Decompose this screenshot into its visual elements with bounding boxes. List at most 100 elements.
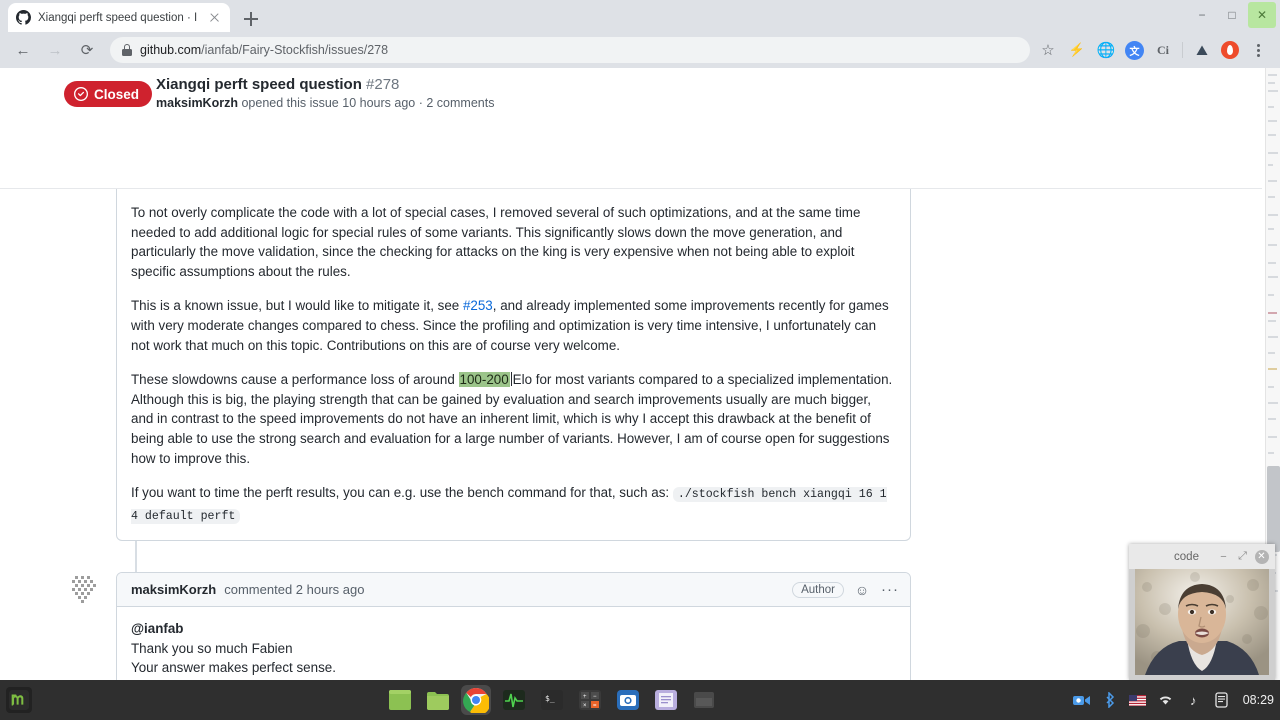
- window-maximize-button[interactable]: □: [1218, 2, 1246, 28]
- minimize-icon: −: [1220, 550, 1227, 563]
- issue-meta: maksimKorzh opened this issue 10 hours a…: [156, 96, 494, 110]
- paragraph-2-before: This is a known issue, but I would like …: [131, 298, 463, 314]
- forward-arrow-icon: →: [47, 41, 63, 59]
- minimize-icon: −: [1198, 8, 1206, 22]
- chrome-app-icon[interactable]: [461, 685, 492, 715]
- webcam-minimize-button[interactable]: −: [1214, 547, 1233, 566]
- mint-menu-icon[interactable]: [6, 687, 32, 713]
- taskbar: $_ + − × = ♪ 08:29: [0, 680, 1280, 720]
- issue-link-253[interactable]: #253: [463, 298, 493, 313]
- screenshot-icon[interactable]: [613, 685, 643, 715]
- webcam-maximize-button[interactable]: ⤢: [1233, 547, 1252, 566]
- paragraph-4-before: If you want to time the perft results, y…: [131, 485, 673, 501]
- navigation-bar: ← → ⟳ github.com/ianfab/Fairy-Stockfish/…: [0, 32, 1280, 68]
- svg-text:$_: $_: [545, 694, 555, 703]
- emoji-icon[interactable]: ☺: [852, 580, 872, 600]
- url-path: /ianfab/Fairy-Stockfish/issues/278: [201, 43, 389, 57]
- window-close-button[interactable]: ✕: [1248, 2, 1276, 28]
- selected-text-highlight: 100-200: [458, 372, 510, 388]
- comment-header: maksimKorzh commented 2 hours ago Author…: [117, 573, 910, 607]
- comment-maksimkorzh: maksimKorzh commented 2 hours ago Author…: [116, 572, 911, 680]
- comment-text: @ianfab Thank you so much Fabien Your an…: [117, 607, 910, 680]
- keyboard-layout-us-icon[interactable]: [1128, 692, 1146, 709]
- reload-button[interactable]: ⟳: [72, 35, 102, 65]
- mention-ianfab[interactable]: @ianfab: [131, 619, 896, 639]
- globe-icon[interactable]: 🌐: [1096, 40, 1116, 60]
- browser-tab[interactable]: Xiangqi perft speed question · I: [8, 3, 230, 32]
- avatar[interactable]: [68, 572, 102, 606]
- close-icon: ✕: [1254, 549, 1269, 564]
- close-icon: ✕: [1256, 8, 1268, 22]
- back-button[interactable]: ←: [8, 35, 38, 65]
- translate-icon[interactable]: 文: [1125, 40, 1144, 60]
- address-bar[interactable]: github.com/ianfab/Fairy-Stockfish/issues…: [110, 37, 1030, 63]
- issue-time: 10 hours ago: [342, 96, 416, 110]
- bluetooth-icon[interactable]: [1101, 692, 1118, 709]
- forward-button[interactable]: →: [40, 35, 70, 65]
- tab-close-icon[interactable]: [207, 10, 222, 25]
- page-title: Xiangqi perft speed question #278: [156, 76, 399, 93]
- scrollbar-thumb[interactable]: [1267, 466, 1280, 552]
- comment-body-ianfab: To not overly complicate the code with a…: [116, 189, 911, 541]
- status-badge-closed[interactable]: Closed: [64, 81, 153, 107]
- battery-icon[interactable]: [1213, 692, 1230, 709]
- webcam-titlebar[interactable]: code − ⤢ ✕: [1129, 544, 1275, 569]
- files-app-icon[interactable]: [423, 685, 453, 715]
- thread-connector: [135, 541, 137, 572]
- terminal-icon[interactable]: $_: [537, 685, 567, 715]
- svg-text:−: −: [593, 694, 597, 700]
- taskbar-apps: $_ + − × =: [385, 685, 719, 715]
- kebab-menu-icon[interactable]: [1248, 40, 1268, 60]
- webcam-close-button[interactable]: ✕: [1252, 547, 1271, 566]
- issue-number: #278: [366, 76, 400, 93]
- shield-icon[interactable]: ⛰: [1192, 40, 1212, 60]
- issue-title-text: Xiangqi perft speed question: [156, 76, 362, 93]
- wifi-icon[interactable]: [1157, 692, 1174, 709]
- issue-comment-count: 2 comments: [426, 96, 495, 110]
- calculator-icon[interactable]: + − × =: [575, 685, 605, 715]
- back-arrow-icon: ←: [15, 41, 31, 59]
- lightning-icon[interactable]: ⚡: [1067, 40, 1087, 60]
- text-editor-icon[interactable]: [651, 685, 681, 715]
- system-monitor-icon[interactable]: [499, 685, 529, 715]
- paragraph-1: To not overly complicate the code with a…: [131, 205, 861, 279]
- system-tray: ♪ 08:29: [1072, 692, 1274, 709]
- lock-icon: [122, 44, 132, 56]
- archive-icon[interactable]: [689, 685, 719, 715]
- paragraph-2: This is a known issue, but I would like …: [131, 296, 896, 355]
- comment-line-2: Thank you so much Fabien: [131, 640, 293, 656]
- orange-circle-icon[interactable]: [1221, 41, 1239, 59]
- reload-icon: ⟳: [80, 42, 94, 59]
- window-app-icon[interactable]: [385, 685, 415, 715]
- issue-closed-icon: [74, 87, 88, 101]
- toolbar-divider: [1182, 42, 1183, 58]
- status-badge: Author: [792, 581, 844, 598]
- new-tab-button[interactable]: [240, 8, 262, 30]
- maximize-icon: ⤢: [1238, 550, 1247, 562]
- star-icon[interactable]: ☆: [1038, 40, 1058, 60]
- extension-toolbar: ☆ ⚡ 🌐 文 Ci ⛰: [1038, 40, 1272, 60]
- window-minimize-button[interactable]: −: [1188, 2, 1216, 28]
- taskbar-clock[interactable]: 08:29: [1243, 693, 1274, 707]
- identicon-avatar-icon: [68, 572, 102, 606]
- issue-author[interactable]: maksimKorzh: [156, 96, 238, 110]
- mint-logo-icon: [8, 689, 30, 711]
- paragraph-4: If you want to time the perft results, y…: [131, 483, 896, 526]
- comment-line-3: Your answer makes perfect sense.: [131, 660, 336, 676]
- kebab-menu-icon[interactable]: ···: [880, 580, 900, 600]
- window-controls: − □ ✕: [1188, 0, 1276, 30]
- maximize-icon: □: [1228, 8, 1236, 22]
- music-icon[interactable]: ♪: [1185, 692, 1202, 709]
- paragraph-3-before: These slowdowns cause a performance loss…: [131, 372, 459, 388]
- paragraph-3: These slowdowns cause a performance loss…: [131, 370, 896, 468]
- meta-separator: ·: [418, 96, 423, 110]
- svg-text:×: ×: [583, 703, 587, 709]
- ci-icon[interactable]: Ci: [1153, 40, 1173, 60]
- tab-title: Xiangqi perft speed question · I: [38, 11, 198, 24]
- comment-author[interactable]: maksimKorzh: [131, 582, 216, 597]
- tab-strip: Xiangqi perft speed question · I − □ ✕: [0, 0, 1280, 32]
- webcam-window[interactable]: code − ⤢ ✕: [1129, 544, 1275, 680]
- camera-icon[interactable]: [1072, 692, 1090, 709]
- screen: Xiangqi perft speed question · I − □ ✕ ←…: [0, 0, 1280, 720]
- closed-label: Closed: [94, 86, 140, 102]
